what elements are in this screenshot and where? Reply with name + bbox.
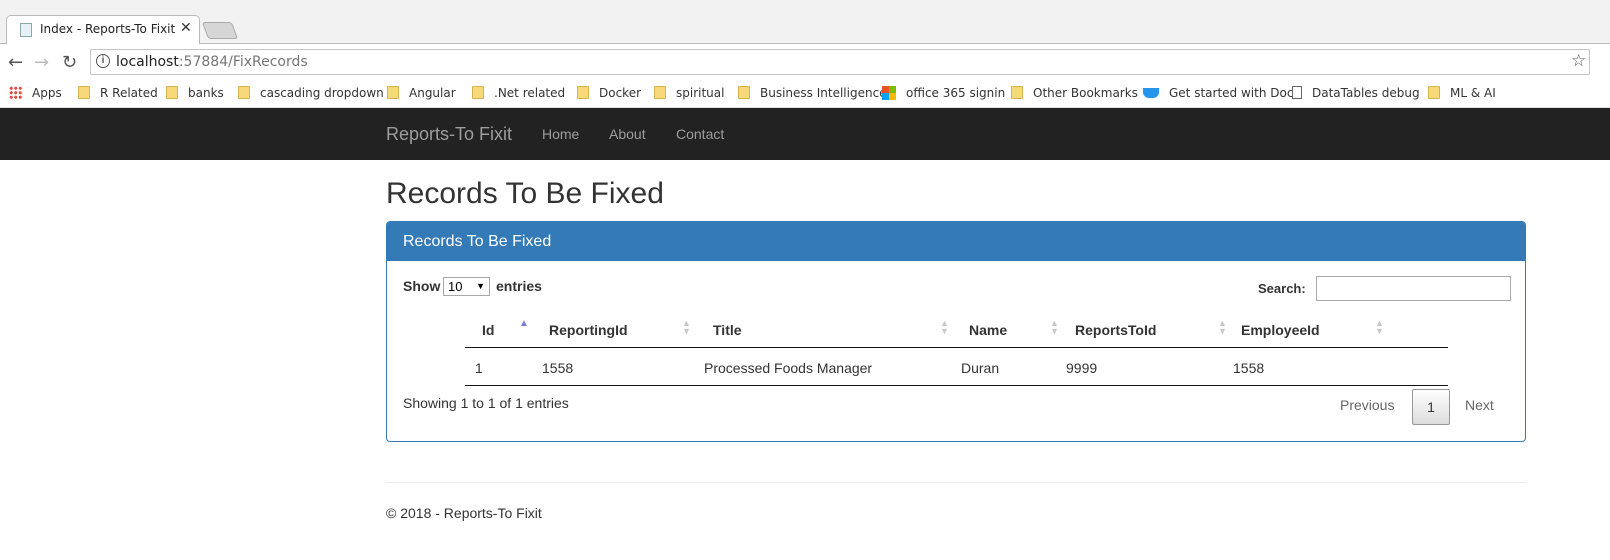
- bookmark-star-icon[interactable]: ☆: [1571, 51, 1586, 71]
- apps-grid-icon: [9, 86, 22, 99]
- bookmark-get-started-with-docker[interactable]: Get started with Doc: [1143, 86, 1293, 100]
- cell-name: Duran: [961, 360, 1000, 376]
- sort-both-icon: ▲ ▼: [1050, 318, 1059, 336]
- sort-both-icon: ▲ ▼: [1218, 318, 1227, 336]
- pagination-previous[interactable]: Previous: [1340, 397, 1394, 413]
- sort-both-icon: ▲ ▼: [940, 318, 949, 336]
- column-header-reportingid[interactable]: ReportingId: [549, 322, 628, 338]
- bookmark-cascading-dropdown[interactable]: cascading dropdown: [238, 86, 384, 100]
- url-host: localhost: [116, 54, 179, 70]
- reload-icon[interactable]: ↻: [62, 52, 77, 73]
- folder-icon: [1428, 86, 1440, 99]
- info-icon[interactable]: i: [96, 54, 110, 68]
- table-row[interactable]: 1 1558 Processed Foods Manager Duran 999…: [465, 348, 1448, 386]
- panel-heading: Records To Be Fixed: [387, 222, 1525, 261]
- records-panel: Records To Be Fixed Show 10 ▼ entries Se…: [386, 221, 1526, 442]
- column-header-title[interactable]: Title: [713, 322, 742, 338]
- pagination-page-1[interactable]: 1: [1412, 389, 1450, 425]
- table-info-text: Showing 1 to 1 of 1 entries: [403, 395, 569, 411]
- docker-whale-icon: [1143, 88, 1159, 98]
- sort-both-icon: ▲ ▼: [1375, 318, 1384, 336]
- app-navbar: [0, 108, 1610, 160]
- sort-ascending-icon: ▲: [519, 318, 529, 329]
- folder-icon: [654, 86, 666, 99]
- nav-link-contact[interactable]: Contact: [676, 126, 724, 142]
- table-header-row: Id ▲ ReportingId ▲ ▼ Title ▲ ▼ Name ▲ ▼ Rep…: [465, 313, 1448, 348]
- page-length-value: 10: [448, 279, 463, 294]
- nav-link-home[interactable]: Home: [542, 126, 579, 142]
- back-arrow-icon[interactable]: ←: [8, 52, 23, 73]
- dropdown-caret-icon: ▼: [476, 281, 485, 291]
- folder-icon: [238, 86, 250, 99]
- folder-icon: [577, 86, 589, 99]
- search-input[interactable]: [1316, 276, 1511, 301]
- bookmark-spiritual[interactable]: spiritual: [654, 86, 724, 100]
- page-icon: [1292, 86, 1302, 99]
- folder-icon: [166, 86, 178, 99]
- folder-icon: [472, 86, 484, 99]
- page-favicon-icon: [20, 23, 32, 37]
- bookmark-docker[interactable]: Docker: [577, 86, 641, 100]
- cell-employeeid: 1558: [1233, 360, 1265, 376]
- bookmark-other-bookmarks[interactable]: Other Bookmarks: [1011, 86, 1138, 100]
- address-bar[interactable]: [90, 49, 1590, 75]
- cell-reportingid: 1558: [542, 360, 574, 376]
- folder-icon: [387, 86, 399, 99]
- nav-link-about[interactable]: About: [609, 126, 646, 142]
- sort-both-icon: ▲ ▼: [682, 318, 691, 336]
- cell-id: 1: [475, 360, 483, 376]
- page-title: Records To Be Fixed: [386, 177, 664, 210]
- folder-icon: [78, 86, 90, 99]
- length-show-label: Show: [403, 278, 441, 294]
- bookmark-datatables-debug[interactable]: DataTables debug: [1292, 86, 1420, 100]
- column-header-name[interactable]: Name: [969, 322, 1007, 338]
- browser-tabstrip: [0, 0, 1610, 44]
- footer-copyright: © 2018 - Reports-To Fixit: [386, 505, 542, 521]
- cell-title: Processed Foods Manager: [704, 360, 873, 376]
- folder-icon: [738, 86, 750, 99]
- bookmark-apps[interactable]: Apps: [9, 86, 62, 100]
- page-length-select[interactable]: 10 ▼: [443, 277, 490, 296]
- url-path: :57884/FixRecords: [178, 54, 308, 70]
- bookmark-ml-ai[interactable]: ML & AI: [1428, 86, 1496, 100]
- bookmark-business-intelligence[interactable]: Business Intelligence: [738, 86, 887, 100]
- microsoft-logo-icon: [882, 86, 896, 100]
- new-tab-button[interactable]: [201, 22, 239, 39]
- search-label: Search:: [1258, 281, 1306, 296]
- bookmark-angular[interactable]: Angular: [387, 86, 456, 100]
- column-header-id[interactable]: Id: [482, 322, 494, 338]
- folder-icon: [1011, 86, 1023, 99]
- bookmark-net-related[interactable]: .Net related: [472, 86, 565, 100]
- column-header-employeeid[interactable]: EmployeeId: [1241, 322, 1320, 338]
- bookmark-banks[interactable]: banks: [166, 86, 224, 100]
- cell-reportstoid: 9999: [1066, 360, 1098, 376]
- tab-title: Index - Reports-To Fixit: [40, 22, 176, 36]
- url-text[interactable]: localhost:57884/FixRecords: [116, 54, 308, 70]
- navbar-brand[interactable]: Reports-To Fixit: [386, 124, 512, 145]
- tab-close-icon[interactable]: ✕: [180, 20, 192, 36]
- footer-divider: [386, 482, 1526, 483]
- pagination-next[interactable]: Next: [1465, 397, 1494, 413]
- column-header-reportstoid[interactable]: ReportsToId: [1075, 322, 1156, 338]
- length-entries-label: entries: [496, 278, 542, 294]
- bookmark-office-365-signin[interactable]: office 365 signin: [882, 86, 1005, 100]
- panel-title: Records To Be Fixed: [403, 233, 552, 250]
- forward-arrow-icon[interactable]: →: [34, 52, 49, 73]
- bookmark-r-related[interactable]: R Related: [78, 86, 158, 100]
